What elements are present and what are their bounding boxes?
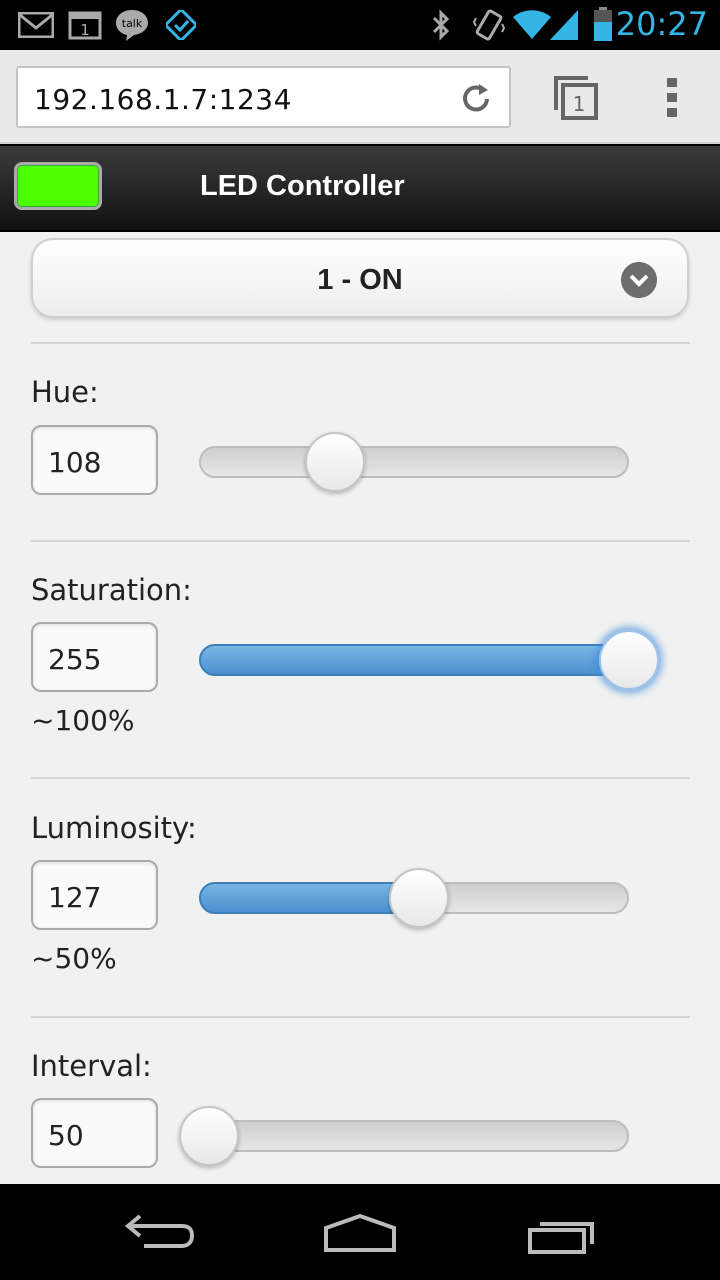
gmail-icon xyxy=(18,12,54,38)
hue-input[interactable]: 108 xyxy=(31,425,158,495)
luminosity-slider-thumb[interactable] xyxy=(389,868,449,928)
divider xyxy=(31,342,690,344)
mode-select-value[interactable]: 1 - ON xyxy=(33,264,687,297)
divider xyxy=(31,540,690,542)
talk-icon: talk xyxy=(116,10,148,41)
signal-icon xyxy=(550,10,578,40)
main-content: 1 - ON Hue: 108 Saturation: 255 ~100% Lu… xyxy=(0,232,720,1184)
back-icon[interactable] xyxy=(124,1210,196,1254)
page-title: LED Controller xyxy=(200,170,405,202)
hue-slider-track[interactable] xyxy=(199,446,629,478)
interval-label: Interval: xyxy=(31,1049,152,1083)
saturation-input[interactable]: 255 xyxy=(31,622,158,692)
luminosity-slider-fill xyxy=(199,882,419,914)
navigation-bar xyxy=(0,1184,720,1280)
luminosity-percent: ~50% xyxy=(31,942,117,975)
interval-slider-track[interactable] xyxy=(199,1120,629,1152)
saturation-value[interactable]: 255 xyxy=(48,643,101,676)
luminosity-value[interactable]: 127 xyxy=(48,881,101,914)
browser-toolbar: 192.168.1.7:1234 1 xyxy=(0,50,720,144)
luminosity-label: Luminosity: xyxy=(31,811,197,845)
swiftkey-icon xyxy=(166,10,196,40)
mode-select[interactable]: 1 - ON xyxy=(31,238,689,318)
reload-icon[interactable] xyxy=(457,80,495,118)
hue-label: Hue: xyxy=(31,375,99,409)
led-color-swatch[interactable] xyxy=(14,162,102,210)
url-text[interactable]: 192.168.1.7:1234 xyxy=(34,83,292,116)
bluetooth-icon xyxy=(432,9,450,41)
tab-count: 1 xyxy=(573,92,586,116)
hue-slider-thumb[interactable] xyxy=(305,432,365,492)
saturation-slider-thumb[interactable] xyxy=(599,630,659,690)
status-bar: 1 talk 20:27 xyxy=(0,0,720,50)
saturation-slider-fill xyxy=(199,644,629,676)
luminosity-input[interactable]: 127 xyxy=(31,860,158,930)
talk-label: talk xyxy=(122,17,143,30)
divider xyxy=(31,1016,690,1018)
interval-input[interactable]: 50 xyxy=(31,1098,158,1168)
interval-value[interactable]: 50 xyxy=(48,1119,84,1152)
recent-apps-icon[interactable] xyxy=(526,1214,598,1258)
calendar-day: 1 xyxy=(80,21,90,39)
url-bar[interactable]: 192.168.1.7:1234 xyxy=(16,66,511,128)
saturation-percent: ~100% xyxy=(31,704,135,737)
chevron-down-icon[interactable] xyxy=(621,262,657,298)
home-icon[interactable] xyxy=(322,1212,398,1256)
overflow-menu-icon[interactable] xyxy=(660,76,684,120)
battery-icon xyxy=(594,7,612,41)
calendar-icon: 1 xyxy=(68,11,102,40)
wifi-icon xyxy=(513,10,551,39)
interval-slider-thumb[interactable] xyxy=(179,1106,239,1166)
saturation-label: Saturation: xyxy=(31,573,192,607)
vibrate-icon xyxy=(472,9,506,41)
tabs-icon[interactable]: 1 xyxy=(552,72,600,122)
divider xyxy=(31,777,690,779)
status-time: 20:27 xyxy=(615,5,708,43)
app-header: LED Controller xyxy=(0,146,720,232)
hue-value[interactable]: 108 xyxy=(48,446,101,479)
